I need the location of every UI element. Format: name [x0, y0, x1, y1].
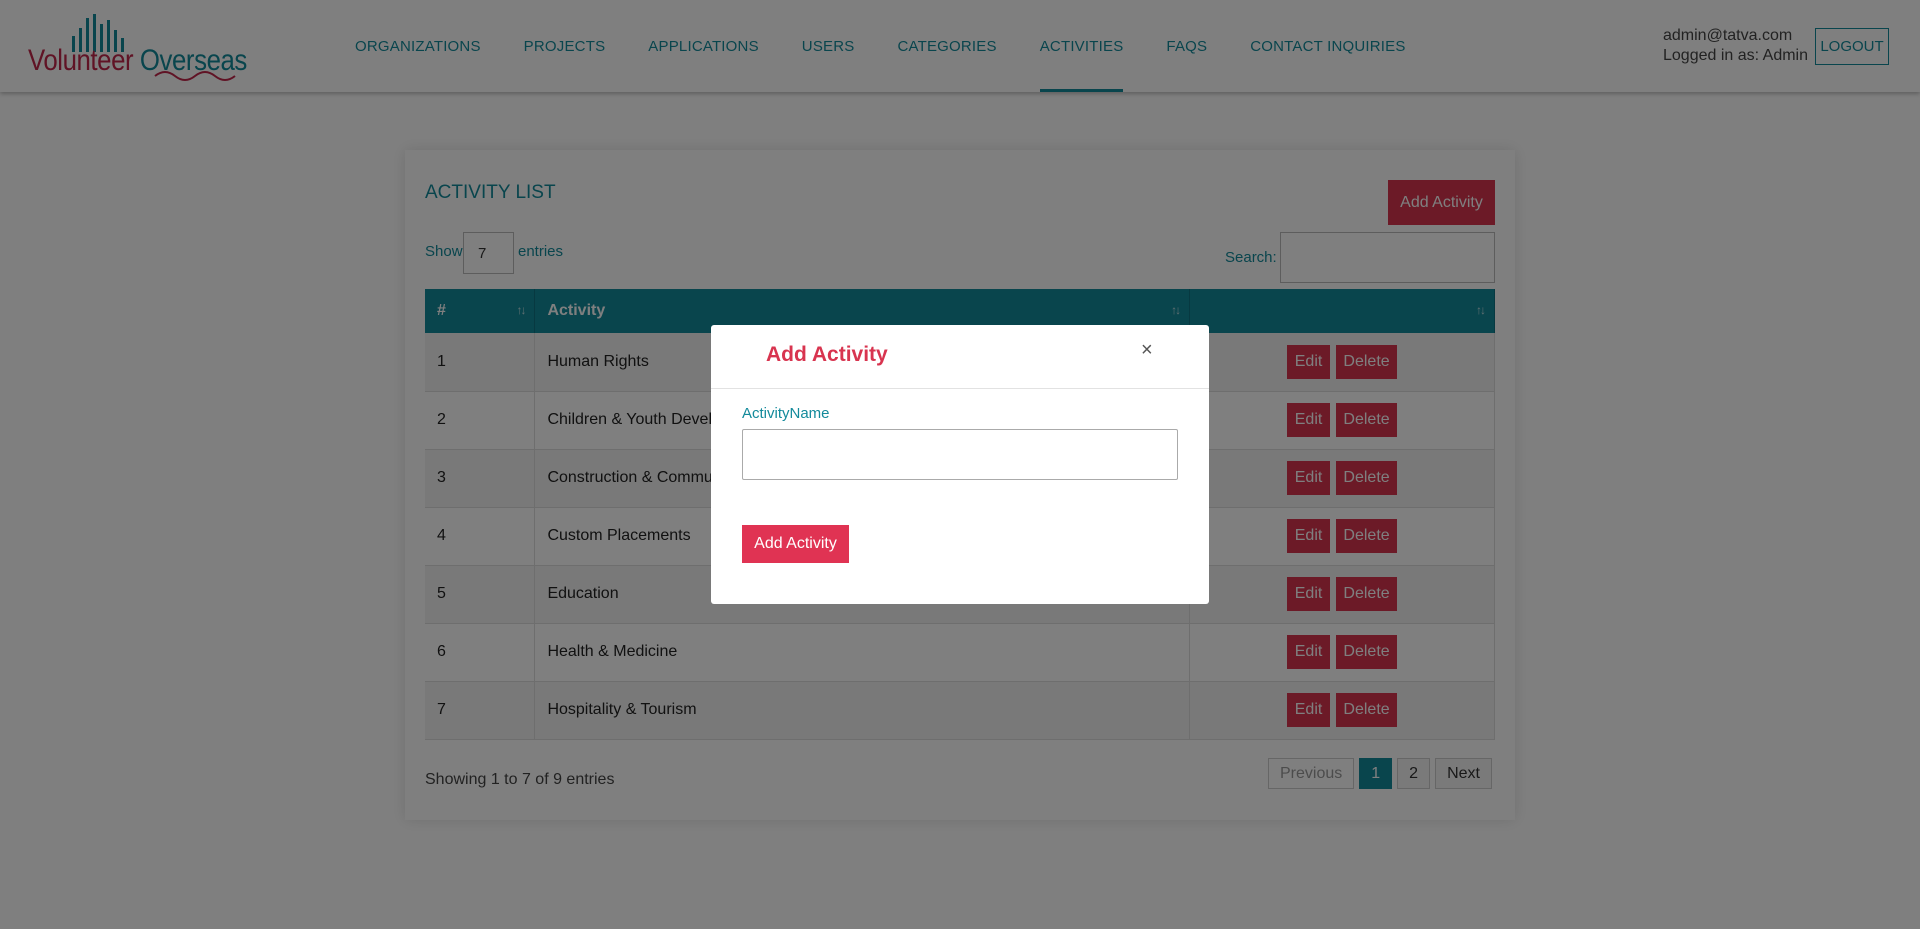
activity-name-input[interactable] [742, 429, 1178, 480]
modal-title: Add Activity [766, 343, 888, 366]
modal-add-activity-button[interactable]: Add Activity [742, 525, 849, 563]
activity-name-label: ActivityName [742, 405, 830, 422]
modal-divider [711, 388, 1209, 389]
close-icon[interactable]: × [1141, 339, 1153, 362]
add-activity-modal: Add Activity × ActivityName Add Activity [711, 325, 1209, 604]
